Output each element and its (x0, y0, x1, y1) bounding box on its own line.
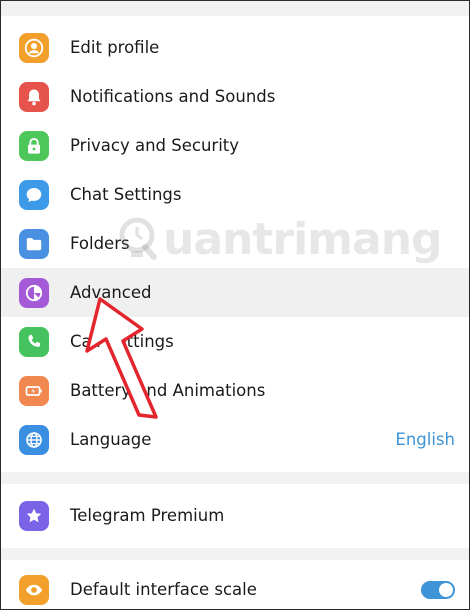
menu-item-label: Advanced (70, 283, 152, 302)
bell-icon (19, 81, 49, 112)
menu-item-label: Chat Settings (70, 185, 182, 204)
folder-icon (19, 228, 49, 259)
scale-toggle[interactable] (421, 580, 455, 599)
menu-item-advanced[interactable]: Advanced (1, 268, 469, 317)
menu-item-label: Notifications and Sounds (70, 87, 276, 106)
menu-item-label: Folders (70, 234, 130, 253)
menu-item-privacy[interactable]: Privacy and Security (1, 121, 469, 170)
menu-item-label: Call Settings (70, 332, 174, 351)
phone-icon (19, 326, 49, 357)
menu-item-default-interface-scale[interactable]: Default interface scale (1, 565, 469, 609)
star-icon (19, 500, 49, 531)
menu-item-label: Privacy and Security (70, 136, 240, 155)
menu-item-battery[interactable]: Battery and Animations (1, 366, 469, 415)
menu-item-label: Battery and Animations (70, 381, 266, 400)
premium-section: Telegram Premium (1, 484, 469, 548)
eye-icon (19, 574, 49, 605)
menu-item-folders[interactable]: Folders (1, 219, 469, 268)
menu-item-label: Telegram Premium (70, 506, 225, 525)
chat-bubble-icon (19, 179, 49, 210)
battery-icon (19, 375, 49, 406)
menu-item-chat-settings[interactable]: Chat Settings (1, 170, 469, 219)
globe-icon (19, 424, 49, 455)
menu-item-call-settings[interactable]: Call Settings (1, 317, 469, 366)
menu-item-telegram-premium[interactable]: Telegram Premium (1, 491, 469, 540)
settings-panel: Edit profile Notifications and Sounds Pr… (0, 0, 470, 610)
settings-menu-section: Edit profile Notifications and Sounds Pr… (1, 16, 469, 472)
toggle-knob (439, 582, 453, 597)
scale-section: Default interface scale (1, 560, 469, 609)
lock-icon (19, 130, 49, 161)
menu-item-label: Edit profile (70, 38, 160, 57)
person-icon (19, 32, 49, 63)
menu-item-label: Language (70, 430, 152, 449)
pie-chart-icon (19, 277, 49, 308)
menu-item-label: Default interface scale (70, 580, 257, 599)
menu-item-edit-profile[interactable]: Edit profile (1, 23, 469, 72)
menu-item-notifications[interactable]: Notifications and Sounds (1, 72, 469, 121)
language-value[interactable]: English (395, 430, 455, 449)
menu-item-language[interactable]: Language English (1, 415, 469, 464)
